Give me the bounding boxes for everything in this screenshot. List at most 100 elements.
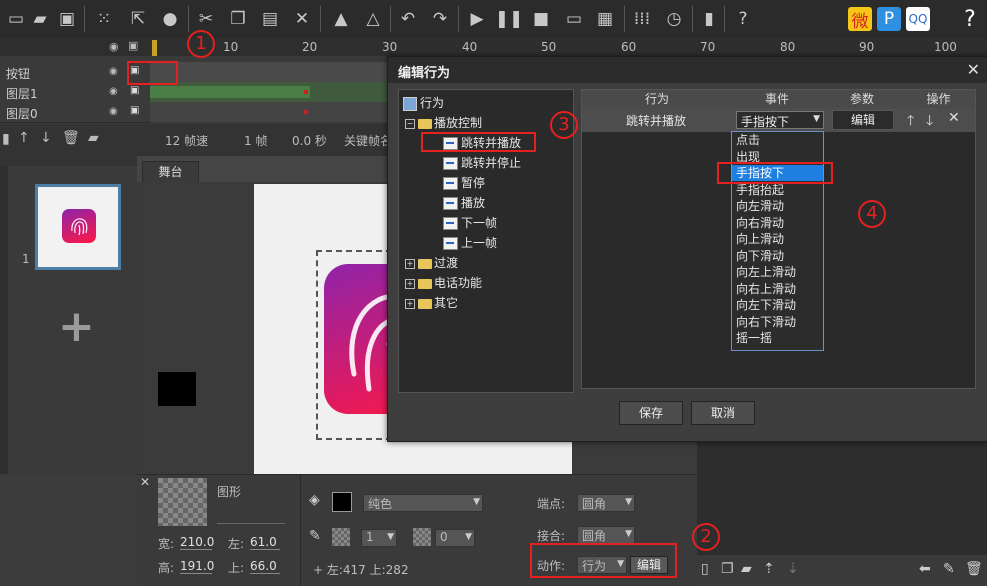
tree-group-transition[interactable]: + 过渡: [405, 254, 458, 271]
left-field[interactable]: 61.0: [250, 535, 280, 550]
unlock-icon[interactable]: △: [361, 7, 385, 31]
event-option[interactable]: 摇一摇: [736, 330, 772, 346]
lock-icon[interactable]: ▣: [130, 105, 139, 116]
grid-icon[interactable]: ⁙: [92, 7, 116, 31]
new-file-icon[interactable]: ▯: [701, 561, 709, 577]
stroke-width-select[interactable]: 1 ▼: [361, 529, 397, 547]
black-rectangle-shape[interactable]: [158, 372, 196, 406]
move-down-icon[interactable]: ↓: [40, 130, 52, 146]
stop-icon[interactable]: ■: [529, 7, 553, 31]
move-up-icon[interactable]: ↑: [18, 130, 30, 146]
trash-icon[interactable]: 🗑: [965, 561, 983, 577]
visibility-icon[interactable]: ◉: [109, 106, 118, 117]
help-icon[interactable]: ?: [731, 7, 755, 31]
visibility-icon[interactable]: ◉: [109, 66, 118, 77]
opacity-select[interactable]: 0 ▼: [435, 529, 475, 547]
move-up-icon[interactable]: ⇡: [763, 561, 775, 577]
redo-icon[interactable]: ↷: [428, 7, 452, 31]
expand-icon[interactable]: +: [405, 258, 415, 269]
arrow-down-icon[interactable]: 🡓: [926, 110, 933, 134]
tree-leaf-goto-stop[interactable]: 跳转并停止: [443, 154, 521, 171]
frames-icon[interactable]: ⁞⁞⁞: [630, 7, 654, 31]
play-icon[interactable]: ▶: [465, 7, 489, 31]
new-file-icon[interactable]: ▭: [4, 7, 28, 31]
page-thumbnail[interactable]: [35, 184, 121, 270]
tree-leaf-next-frame[interactable]: 下一帧: [443, 214, 497, 231]
tree-leaf-play[interactable]: 播放: [443, 194, 485, 211]
arrow-up-icon[interactable]: 🡑: [907, 110, 914, 134]
question-icon[interactable]: ?: [958, 7, 982, 32]
opacity-swatch[interactable]: [413, 528, 431, 546]
event-option[interactable]: 向右滑动: [736, 215, 784, 231]
frame-ruler[interactable]: 10 20 30 40 50 60 70 80 90 100: [150, 38, 987, 56]
lock-icon[interactable]: ▣: [130, 85, 139, 96]
share-qq-icon[interactable]: QQ: [906, 7, 930, 31]
tree-group-phone[interactable]: + 电话功能: [405, 274, 482, 291]
add-layer-icon[interactable]: ▮: [2, 131, 10, 147]
folder-icon[interactable]: ▰: [88, 130, 99, 146]
edit-params-button[interactable]: 编辑: [832, 110, 894, 130]
event-option[interactable]: 向上滑动: [736, 231, 784, 247]
delete-row-icon[interactable]: ✕: [948, 110, 960, 126]
battery-icon[interactable]: ▮: [697, 7, 721, 31]
share-icon[interactable]: ⇱: [126, 7, 150, 31]
collapse-icon[interactable]: −: [405, 118, 415, 129]
playhead[interactable]: [152, 40, 157, 56]
cut-icon[interactable]: ✂: [194, 7, 218, 31]
tree-leaf-prev-frame[interactable]: 上一帧: [443, 234, 497, 251]
layer-row[interactable]: 图层0 ◉ ▣: [0, 102, 150, 123]
delete-icon[interactable]: ✕: [290, 7, 314, 31]
clock-icon[interactable]: ◷: [662, 7, 686, 31]
copy-icon[interactable]: ❐: [721, 561, 734, 577]
visibility-icon[interactable]: ◉: [109, 86, 118, 97]
tree-group-other[interactable]: + 其它: [405, 294, 458, 311]
expand-icon[interactable]: +: [405, 298, 415, 309]
lock-icon[interactable]: ▲: [329, 7, 353, 31]
pencil-icon[interactable]: ✎: [943, 561, 955, 577]
event-select[interactable]: 手指按下 ▼: [736, 111, 824, 129]
tree-root[interactable]: 行为: [403, 94, 444, 111]
move-down-icon[interactable]: ⇣: [787, 561, 799, 577]
endpoint-select[interactable]: 圆角 ▼: [577, 494, 635, 512]
weibo-icon[interactable]: 微: [848, 7, 872, 32]
event-option[interactable]: 向左滑动: [736, 198, 784, 214]
top-field[interactable]: 66.0: [250, 559, 280, 574]
paste-icon[interactable]: ▤: [258, 7, 282, 31]
stroke-color-swatch[interactable]: [332, 528, 350, 546]
new-folder-icon[interactable]: ▰: [741, 561, 752, 577]
event-option[interactable]: 向右下滑动: [736, 314, 796, 330]
fill-type-select[interactable]: 纯色 ▼: [363, 494, 483, 512]
close-icon[interactable]: ✕: [967, 60, 980, 79]
tab-stage[interactable]: 舞台: [142, 161, 199, 182]
pp-icon[interactable]: P: [877, 7, 901, 31]
join-select[interactable]: 圆角 ▼: [577, 526, 635, 544]
visibility-icon[interactable]: ◉: [109, 40, 119, 53]
event-option[interactable]: 点击: [736, 132, 760, 148]
height-field[interactable]: 191.0: [180, 559, 214, 574]
event-option[interactable]: 向左下滑动: [736, 297, 796, 313]
pause-icon[interactable]: ❚❚: [495, 7, 524, 31]
table-row[interactable]: 跳转并播放 手指按下 ▼ 编辑 🡑 🡓 ✕: [582, 108, 975, 132]
shape-icon[interactable]: ●: [158, 7, 182, 31]
close-icon[interactable]: ✕: [140, 475, 150, 489]
trash-icon[interactable]: 🗑: [62, 130, 80, 146]
cancel-button[interactable]: 取消: [691, 401, 755, 425]
layer-row[interactable]: 图层1 ◉ ▣: [0, 82, 150, 103]
save-button[interactable]: 保存: [619, 401, 683, 425]
fill-color-swatch[interactable]: [332, 492, 352, 512]
copy-icon[interactable]: ❐: [226, 7, 250, 31]
event-option[interactable]: 向左上滑动: [736, 264, 796, 280]
event-option[interactable]: 向右上滑动: [736, 281, 796, 297]
open-folder-icon[interactable]: ▰: [28, 7, 52, 31]
event-option[interactable]: 向下滑动: [736, 248, 784, 264]
tree-group-playback[interactable]: − 播放控制: [405, 114, 482, 131]
qrcode-icon[interactable]: ▦: [593, 7, 617, 31]
lock-column-icon[interactable]: ▣: [128, 39, 138, 52]
add-page-icon[interactable]: +: [58, 301, 95, 352]
tree-leaf-pause[interactable]: 暂停: [443, 174, 485, 191]
width-field[interactable]: 210.0: [180, 535, 214, 550]
undo-icon[interactable]: ↶: [396, 7, 420, 31]
expand-icon[interactable]: +: [405, 278, 415, 289]
back-arrow-icon[interactable]: ⬅: [919, 561, 931, 577]
save-icon[interactable]: ▣: [55, 7, 79, 31]
